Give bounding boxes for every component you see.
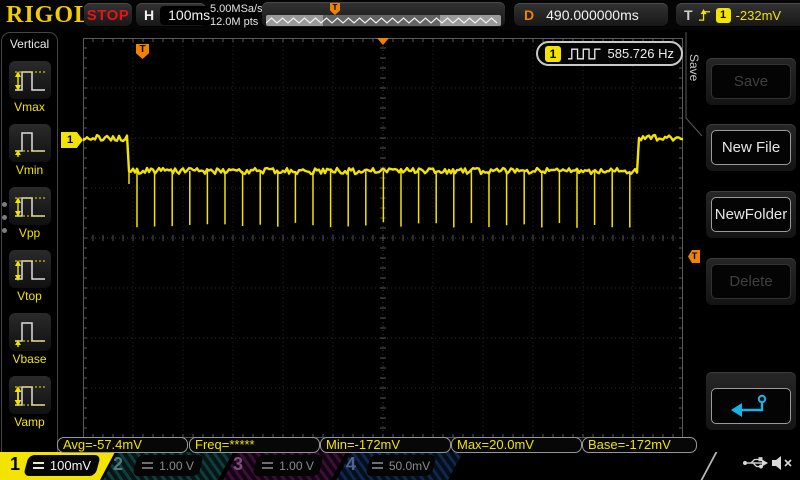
menu-item-label: Vmin xyxy=(15,163,44,177)
menu-item-vmax[interactable]: Vmax xyxy=(2,61,57,114)
run-stop-status[interactable]: STOP xyxy=(84,3,132,27)
trigger-label: T xyxy=(684,7,693,23)
measurement-base[interactable]: Base=-172mV xyxy=(582,437,697,453)
record-bar[interactable] xyxy=(266,15,501,26)
back-button[interactable] xyxy=(706,372,796,430)
horizontal-timebase[interactable]: H 100ms xyxy=(136,3,219,27)
menu-item-vbase[interactable]: Vbase xyxy=(2,313,57,366)
return-arrow-icon xyxy=(731,394,767,417)
vamp-icon xyxy=(8,376,51,414)
channel4-status[interactable]: 4 50.0mV xyxy=(336,452,463,480)
channel-scale-box: 1.00 V xyxy=(132,455,204,476)
button-label: New File xyxy=(721,139,781,156)
status-divider xyxy=(700,452,718,480)
channel-number: 1 xyxy=(10,454,21,474)
channel-scale-box: 1.00 V xyxy=(252,455,324,476)
delete-button[interactable]: Delete xyxy=(706,258,796,305)
dc-coupling-icon xyxy=(262,462,274,469)
measurement-freq[interactable]: Freq=***** xyxy=(189,437,320,453)
channel-scale: 1.00 V xyxy=(159,458,194,473)
menu-item-vtop[interactable]: Vtop xyxy=(2,250,57,303)
usb-icon xyxy=(743,457,768,469)
menu-item-label: Vamp xyxy=(14,415,45,429)
channel3-status[interactable]: 3 1.00 V xyxy=(223,452,346,480)
save-menu: Save Save New File NewFolder Delete xyxy=(685,30,800,452)
menu-tab-save: Save xyxy=(687,54,701,82)
channel-scale: 50.0mV xyxy=(388,458,431,473)
vpp-icon xyxy=(8,187,51,225)
measurement-avg[interactable]: Avg=-57.4mV xyxy=(57,437,188,453)
measurement-max[interactable]: Max=20.0mV xyxy=(451,437,582,453)
frequency-counter: 1 585.726 Hz xyxy=(536,41,683,66)
vbase-icon xyxy=(8,313,51,351)
dc-coupling-icon xyxy=(32,462,44,469)
menu-item-label: Vbase xyxy=(12,352,47,366)
menu-item-label: Vmax xyxy=(14,100,45,114)
button-label: Save xyxy=(733,73,769,90)
rising-edge-icon xyxy=(698,8,710,21)
channel-scale-box: 50.0mV xyxy=(365,455,437,476)
channel-status-bar: 1 100mV 2 1.00 V 3 1.00 V 4 50.0mV xyxy=(0,452,800,480)
trigger-readout[interactable]: T 1 -232mV xyxy=(676,3,800,27)
vmax-icon xyxy=(8,61,51,99)
graticule-and-trace xyxy=(83,38,683,438)
record-waveform-preview xyxy=(266,17,498,24)
vtop-icon xyxy=(8,250,51,288)
stop-label: STOP xyxy=(86,6,130,24)
channel-scale: 100mV xyxy=(49,458,92,473)
menu-tab-outline xyxy=(685,32,703,137)
menu-item-label: Vtop xyxy=(17,289,42,303)
trigger-position-mini-flag[interactable]: T xyxy=(330,3,340,15)
rigol-logo: RIGOL xyxy=(6,2,92,28)
horizontal-label: H xyxy=(144,7,155,23)
delay-value: 490.000000ms xyxy=(546,7,639,23)
menu-title: Vertical xyxy=(9,37,50,51)
counter-source-badge: 1 xyxy=(545,45,561,62)
delay-readout[interactable]: D 490.000000ms xyxy=(514,3,668,27)
measurement-min[interactable]: Min=-172mV xyxy=(320,437,451,453)
menu-item-vamp[interactable]: Vamp xyxy=(2,376,57,429)
channel-number: 2 xyxy=(113,454,124,474)
menu-item-vmin[interactable]: Vmin xyxy=(2,124,57,177)
delay-label: D xyxy=(524,7,535,23)
save-button[interactable]: Save xyxy=(706,58,796,105)
button-label: NewFolder xyxy=(714,206,788,223)
memory-position-bar[interactable]: T xyxy=(262,2,505,28)
channel-number: 3 xyxy=(233,454,244,474)
sample-rate: 5.00MSa/s xyxy=(210,3,263,15)
vmin-icon xyxy=(8,124,51,162)
acquisition-info: 5.00MSa/s 12.0M pts xyxy=(210,3,263,28)
channel1-level-marker[interactable]: 1 xyxy=(61,132,83,148)
speaker-muted-icon[interactable] xyxy=(770,454,794,472)
trigger-source-badge: 1 xyxy=(715,7,731,23)
counter-value: 585.726 Hz xyxy=(607,46,675,61)
oscilloscope-screen: RIGOL STOP H 100ms 5.00MSa/s 12.0M pts T… xyxy=(0,0,800,480)
waveform-display xyxy=(83,38,683,438)
menu-item-label: Vpp xyxy=(18,226,41,240)
memory-depth: 12.0M pts xyxy=(210,15,259,28)
new-file-button[interactable]: New File xyxy=(706,124,796,171)
channel-scale-box: 100mV xyxy=(23,455,101,476)
channel-scale: 1.00 V xyxy=(279,458,314,473)
new-folder-button[interactable]: NewFolder xyxy=(706,191,796,238)
channel1-status[interactable]: 1 100mV xyxy=(0,452,115,480)
top-status-bar: RIGOL STOP H 100ms 5.00MSa/s 12.0M pts T… xyxy=(0,0,800,30)
button-label: Delete xyxy=(729,273,773,290)
trigger-level-value: -232mV xyxy=(735,7,782,23)
dc-coupling-icon xyxy=(142,462,154,469)
menu-item-vpp[interactable]: Vpp xyxy=(2,187,57,240)
square-wave-icon xyxy=(567,48,601,59)
channel2-status[interactable]: 2 1.00 V xyxy=(103,452,233,480)
vertical-measure-menu: Vertical Vmax Vmin Vpp Vtop Vbase Vamp xyxy=(1,32,58,452)
horizontal-center-marker xyxy=(377,38,389,45)
channel-number: 4 xyxy=(346,454,357,474)
dc-coupling-icon xyxy=(371,462,383,469)
menu-page-dots xyxy=(2,202,7,241)
